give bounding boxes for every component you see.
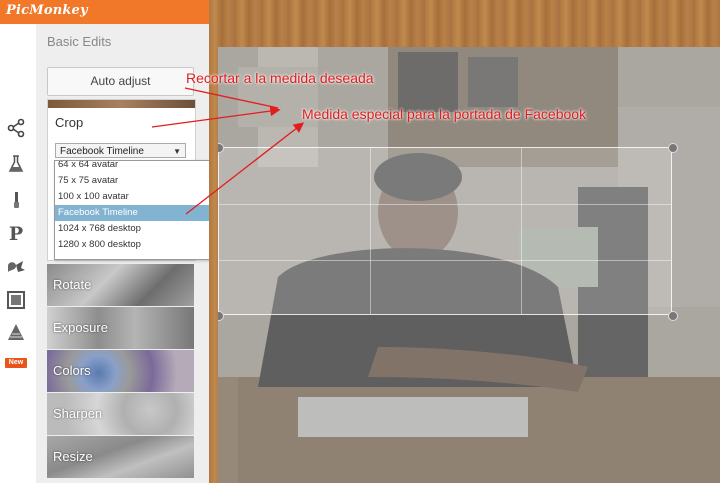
annotation-arrows: [151, 87, 305, 215]
arrow-facebook-option: [185, 122, 305, 215]
arrow-to-crop-note: [184, 87, 279, 109]
arrow-crop-line: [151, 105, 281, 128]
